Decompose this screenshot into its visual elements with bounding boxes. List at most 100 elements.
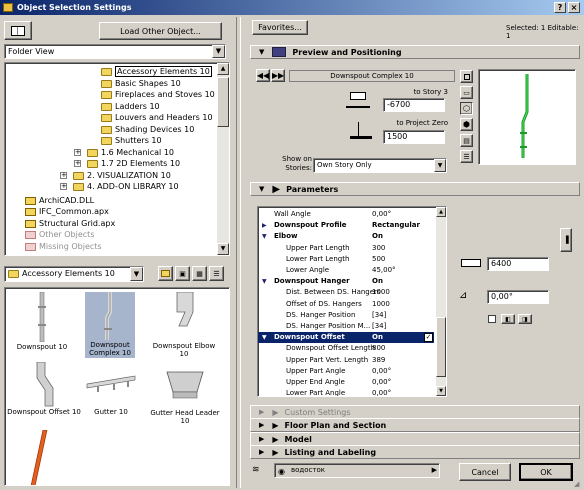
story-offset-input[interactable]: -6700 — [383, 98, 445, 112]
section-listing[interactable]: ▶ ▶ Listing and Labeling — [250, 445, 580, 459]
view-list-button[interactable]: ☰ — [209, 266, 224, 281]
param-checkbox[interactable]: ✓ — [424, 333, 433, 343]
tree-expander-icon[interactable]: + — [74, 160, 81, 167]
tree-expander-icon[interactable]: + — [60, 183, 67, 190]
height-input[interactable]: 6400 — [487, 257, 549, 271]
library-item[interactable]: Other Objects — [39, 229, 94, 240]
param-row[interactable]: ▼ Downspout Hanger On — [258, 276, 438, 287]
param-value[interactable]: 45,00° — [372, 265, 396, 276]
view-grid-button[interactable]: ▦ — [192, 266, 207, 281]
cancel-button[interactable]: Cancel — [459, 463, 511, 481]
tree-item[interactable]: Louvers and Headers 10 — [115, 112, 213, 123]
favorites-button[interactable]: Favorites... — [252, 20, 308, 35]
param-value[interactable]: 0,00° — [372, 366, 391, 377]
load-other-object-button[interactable]: Load Other Object... — [99, 22, 222, 40]
chevron-down-icon[interactable]: ▼ — [212, 45, 225, 58]
param-value[interactable]: 300 — [372, 243, 385, 254]
library-item[interactable]: IFC_Common.apx — [39, 206, 109, 217]
param-row[interactable]: ▼ Downspout Offset On ✓ — [258, 332, 434, 344]
tree-item[interactable]: Shutters 10 — [115, 135, 162, 146]
layer-select[interactable]: ◉ водосток ▶ — [274, 463, 440, 478]
scroll-thumb[interactable] — [436, 317, 446, 377]
tree-item[interactable]: Ladders 10 — [115, 101, 160, 112]
prev-object-button[interactable]: ◀◀ — [256, 69, 270, 82]
param-row[interactable]: Offset of DS. Hangers 1000 — [258, 299, 438, 310]
param-value[interactable]: 389 — [372, 355, 385, 366]
tree-item[interactable]: 1.7 2D Elements 10 — [101, 158, 180, 169]
param-value[interactable]: On — [372, 332, 383, 343]
param-value[interactable]: On — [372, 276, 383, 287]
param-value[interactable]: [34] — [372, 321, 386, 332]
parameter-list[interactable]: Wall Angle 0,00° ▶ Downspout Profile Rectang… — [257, 206, 447, 397]
current-folder-select[interactable]: Accessory Elements 10 ▼ — [4, 266, 144, 282]
tree-item[interactable]: Fireplaces and Stoves 10 — [115, 89, 215, 100]
view-elevation-button[interactable]: ▤ — [460, 134, 473, 147]
scroll-up-icon[interactable]: ▲ — [436, 207, 446, 217]
param-row[interactable]: ▶ Downspout Profile Rectangular — [258, 220, 438, 231]
show-on-stories-select[interactable]: Own Story Only ▼ — [313, 158, 447, 173]
angle-input[interactable]: 0,00° — [487, 290, 549, 304]
next-object-button[interactable]: ▶▶ — [271, 69, 285, 82]
thumb-6[interactable] — [25, 429, 55, 485]
splitter[interactable] — [236, 17, 241, 488]
preview-section-header[interactable]: ▼ Preview and Positioning — [250, 45, 580, 59]
chevron-right-icon[interactable]: ▶ — [432, 464, 437, 477]
tree-item[interactable]: 4. ADD-ON LIBRARY 10 — [87, 181, 179, 192]
param-value[interactable]: [34] — [372, 310, 386, 321]
param-value[interactable]: 1000 — [372, 299, 390, 310]
view-mode-button[interactable] — [4, 21, 32, 40]
thumb-3[interactable]: Downspout Offset 10 — [7, 361, 81, 428]
tree-expander-icon[interactable]: + — [60, 171, 67, 179]
scroll-thumb[interactable] — [217, 77, 229, 127]
param-value[interactable]: 1000 — [372, 287, 390, 298]
param-row[interactable]: Downspout Offset Length 800 — [258, 343, 438, 354]
param-row[interactable]: Lower Angle 45,00° — [258, 265, 438, 276]
scroll-down-icon[interactable]: ▼ — [217, 243, 229, 255]
param-row[interactable]: DS. Hanger Position [34] — [258, 310, 438, 321]
folder-up-button[interactable] — [158, 266, 173, 281]
param-scrollbar[interactable]: ▲ ▼ — [436, 207, 446, 396]
param-row[interactable]: DS. Hanger Position M... [34] — [258, 321, 438, 332]
param-row[interactable]: Upper Part Length 300 — [258, 243, 438, 254]
library-item[interactable]: ArchiCAD.DLL — [39, 195, 94, 206]
resize-grip-icon[interactable]: ◢ — [574, 480, 583, 489]
thumb-2[interactable]: Downspout Elbow 10 — [149, 291, 219, 358]
ok-button[interactable]: OK — [519, 463, 573, 481]
view-toggle-button[interactable]: ▣ — [175, 266, 190, 281]
library-item[interactable]: Structural Grid.apx — [39, 218, 115, 229]
help-icon[interactable]: ? — [554, 2, 566, 13]
param-side-toggle[interactable]: ▐ — [560, 228, 572, 252]
param-value[interactable]: 0,00° — [372, 388, 391, 396]
section-custom-settings[interactable]: ▶ ▶ Custom Settings — [250, 405, 580, 419]
view-solid-button[interactable]: ⬢ — [460, 118, 473, 131]
object-thumbnail-grid[interactable]: Downspout 10 Downspout Complex 10 Downsp… — [4, 287, 230, 486]
view-2d-button[interactable] — [460, 70, 473, 83]
thumb-5[interactable]: Gutter Head Leader 10 — [145, 362, 225, 428]
tree-expander-icon[interactable]: + — [74, 148, 81, 156]
view-select[interactable]: Folder View ▼ — [4, 44, 226, 59]
project-zero-input[interactable]: 1500 — [383, 130, 445, 144]
view-3d-button[interactable]: ⬡ — [460, 102, 473, 115]
param-row[interactable]: Lower Part Angle 0,00° — [258, 388, 438, 396]
tree-item[interactable]: Basic Shapes 10 — [115, 78, 181, 89]
param-row[interactable]: Dist. Between DS. Hangers 1000 — [258, 287, 438, 298]
tree-item[interactable]: 1.6 Mechanical 10 — [101, 147, 174, 158]
scroll-down-icon[interactable]: ▼ — [436, 386, 446, 396]
view-section-button[interactable]: ▭ — [460, 86, 473, 99]
tree-item[interactable]: 2. VISUALIZATION 10 — [87, 170, 171, 181]
tree-scrollbar[interactable]: ▲ ▼ — [217, 63, 229, 255]
tree-item[interactable]: Accessory Elements 10 — [115, 66, 212, 77]
param-value[interactable]: On — [372, 231, 383, 242]
param-value[interactable]: 0,00° — [372, 209, 391, 220]
view-list-button-2[interactable]: ☰ — [460, 150, 473, 163]
param-row[interactable]: Wall Angle 0,00° — [258, 209, 438, 220]
section-floor-plan[interactable]: ▶ ▶ Floor Plan and Section — [250, 418, 580, 432]
param-row[interactable]: Upper Part Angle 0,00° — [258, 366, 438, 377]
tree-item[interactable]: Shading Devices 10 — [115, 124, 194, 135]
param-expand-icon[interactable]: ▶ — [262, 220, 267, 231]
param-value[interactable]: 800 — [372, 343, 385, 354]
close-icon[interactable]: × — [568, 2, 580, 13]
param-row[interactable]: Upper End Angle 0,00° — [258, 377, 438, 388]
thumb-0[interactable]: Downspout 10 — [7, 291, 77, 357]
folder-tree[interactable]: Accessory Elements 10 Basic Shapes 10 Fire… — [4, 62, 230, 256]
